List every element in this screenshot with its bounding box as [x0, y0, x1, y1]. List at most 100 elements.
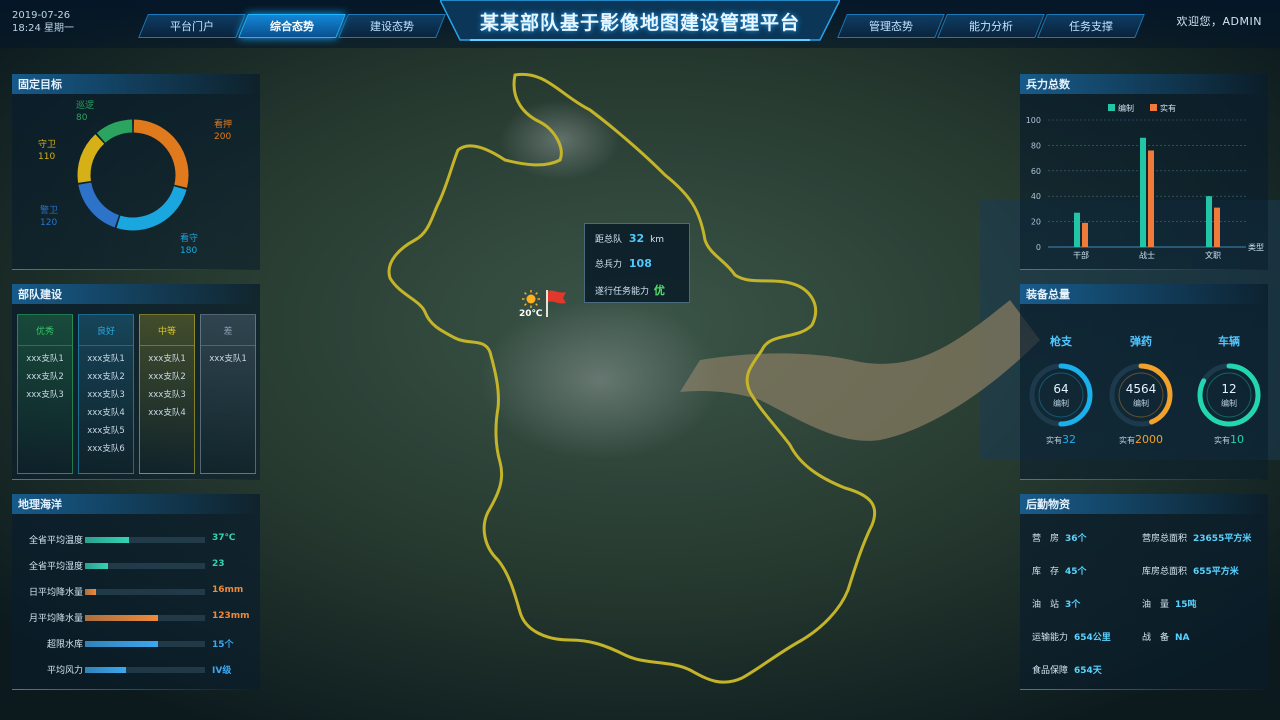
unit-item[interactable]: xxx支队4: [79, 404, 133, 422]
donut-value: 120: [40, 218, 57, 228]
unit-item[interactable]: xxx支队2: [18, 368, 72, 386]
logistics-item: 油 站 3个: [1032, 597, 1080, 610]
grade-header: 差: [201, 315, 255, 346]
grade-column: 良好 xxx支队1 xxx支队2 xxx支队3 xxx支队4 xxx支队5 xxx支队6: [78, 314, 134, 474]
y-tick-label: 0: [1036, 243, 1041, 252]
tab-construction-situation[interactable]: 建设态势: [338, 14, 446, 38]
unit-item[interactable]: xxx支队3: [140, 386, 194, 404]
unit-item[interactable]: xxx支队2: [140, 368, 194, 386]
geo-bar-fill: [85, 537, 130, 543]
logistics-item: 营 房 36个: [1032, 531, 1087, 544]
unit-item[interactable]: xxx支队2: [79, 368, 133, 386]
bar-实有-干部[interactable]: [1082, 222, 1088, 247]
logistics-item: 油 量 15吨: [1142, 597, 1197, 610]
y-tick-label: 20: [1031, 218, 1041, 227]
donut-label: 巡逻: [76, 100, 94, 111]
x-tick-label: 战士: [1139, 250, 1155, 260]
geo-bar-fill: [85, 667, 126, 673]
donut-slice-看押[interactable]: [133, 119, 189, 188]
legend-swatch: [1150, 104, 1157, 111]
donut-slice-警卫[interactable]: [78, 182, 120, 228]
equipment-actual: 实有32: [1026, 433, 1096, 446]
geo-row: 全省平均湿度 23: [18, 559, 258, 573]
unit-item[interactable]: xxx支队1: [79, 350, 133, 368]
logistics-value: 23655平方米: [1193, 534, 1252, 544]
unit-item[interactable]: xxx支队1: [201, 350, 255, 368]
bar-实有-文职[interactable]: [1214, 207, 1220, 247]
donut-slice-巡逻[interactable]: [96, 119, 133, 144]
logistics-label: 食品保障: [1032, 666, 1069, 676]
welcome-user[interactable]: 欢迎您，ADMIN: [1177, 13, 1262, 29]
unit-item[interactable]: xxx支队6: [79, 440, 133, 458]
geo-bar-track: [85, 615, 205, 621]
x-tick-label: 文职: [1205, 250, 1221, 260]
distance-label: 距总队: [595, 235, 623, 245]
unit-item[interactable]: xxx支队3: [18, 386, 72, 404]
panel-title: 后勤物资: [1020, 494, 1266, 514]
capability-value: 优: [653, 284, 665, 297]
legend-label: 编制: [1118, 103, 1134, 113]
bar-实有-战士[interactable]: [1148, 150, 1154, 247]
geo-value: 23: [212, 559, 225, 569]
equipment-planned-value: 64: [1053, 382, 1069, 396]
equipment-actual-value: 32: [1062, 433, 1076, 446]
y-tick-label: 60: [1031, 167, 1041, 176]
geo-bar-track: [85, 589, 205, 595]
geo-label: 全省平均湿度: [28, 562, 83, 572]
bar-编制-战士[interactable]: [1140, 137, 1146, 247]
geo-value: 37℃: [212, 533, 236, 543]
tab-management-situation[interactable]: 管理态势: [837, 14, 945, 38]
bar-编制-干部[interactable]: [1074, 212, 1080, 247]
grade-column: 差 xxx支队1: [200, 314, 256, 474]
tab-label: 能力分析: [969, 20, 1013, 33]
bar-编制-文职[interactable]: [1206, 196, 1212, 247]
capability-label: 遂行任务能力: [595, 287, 650, 297]
donut-value: 80: [76, 113, 88, 123]
donut-slice-看守[interactable]: [116, 185, 187, 231]
logistics-label: 库 存: [1032, 567, 1060, 577]
grade-header: 中等: [140, 315, 194, 346]
geo-value: 15个: [212, 640, 234, 650]
distance-unit: km: [650, 235, 665, 245]
x-axis-label: 类型: [1248, 242, 1264, 252]
x-tick-label: 干部: [1073, 250, 1089, 260]
tab-mission-support[interactable]: 任务支撑: [1037, 14, 1145, 38]
unit-item[interactable]: xxx支队4: [140, 404, 194, 422]
grade-column: 优秀 xxx支队1 xxx支队2 xxx支队3: [17, 314, 73, 474]
panel-divider: [12, 689, 260, 690]
geo-value: IV级: [212, 666, 232, 676]
geo-row: 日平均降水量 16mm: [18, 585, 258, 599]
equipment-planned-value: 12: [1221, 382, 1237, 396]
geo-row: 超限水库 15个: [18, 637, 258, 651]
force-label: 总兵力: [595, 260, 623, 270]
donut-value: 180: [180, 246, 197, 256]
panel-divider: [12, 479, 260, 480]
grade-header: 良好: [79, 315, 133, 346]
y-tick-label: 40: [1031, 192, 1041, 201]
panel-title: 地理海洋: [12, 494, 258, 514]
force-row: 总兵力 108: [595, 257, 652, 270]
unit-item[interactable]: xxx支队1: [18, 350, 72, 368]
unit-item[interactable]: xxx支队5: [79, 422, 133, 440]
logistics-value: 15吨: [1175, 600, 1197, 610]
flag-marker-icon[interactable]: [544, 288, 568, 318]
logistics-value: 45个: [1065, 567, 1087, 577]
geo-bar-track: [85, 537, 205, 543]
donut-slice-守卫[interactable]: [77, 134, 105, 183]
donut-value: 200: [214, 132, 231, 142]
fixed-targets-donut-chart: 看押 200 看守 180 警卫 120 守卫 110 巡逻 80: [38, 100, 232, 256]
panel-divider: [1020, 269, 1268, 270]
equipment-planned-label: 编制: [1133, 399, 1149, 408]
unit-item[interactable]: xxx支队3: [79, 386, 133, 404]
panel-title: 装备总量: [1020, 284, 1266, 304]
geo-row: 月平均降水量 123mm: [18, 611, 258, 625]
capability-row: 遂行任务能力 优: [595, 282, 665, 298]
geo-label: 日平均降水量: [28, 588, 83, 598]
logistics-item: 库房总面积 655平方米: [1142, 564, 1239, 577]
equipment-planned-label: 编制: [1053, 399, 1069, 408]
equipment-name: 枪支: [1050, 335, 1072, 348]
unit-item[interactable]: xxx支队1: [140, 350, 194, 368]
equipment-actual: 实有10: [1194, 433, 1264, 446]
geo-bar-track: [85, 667, 205, 673]
tab-capability-analysis[interactable]: 能力分析: [937, 14, 1045, 38]
